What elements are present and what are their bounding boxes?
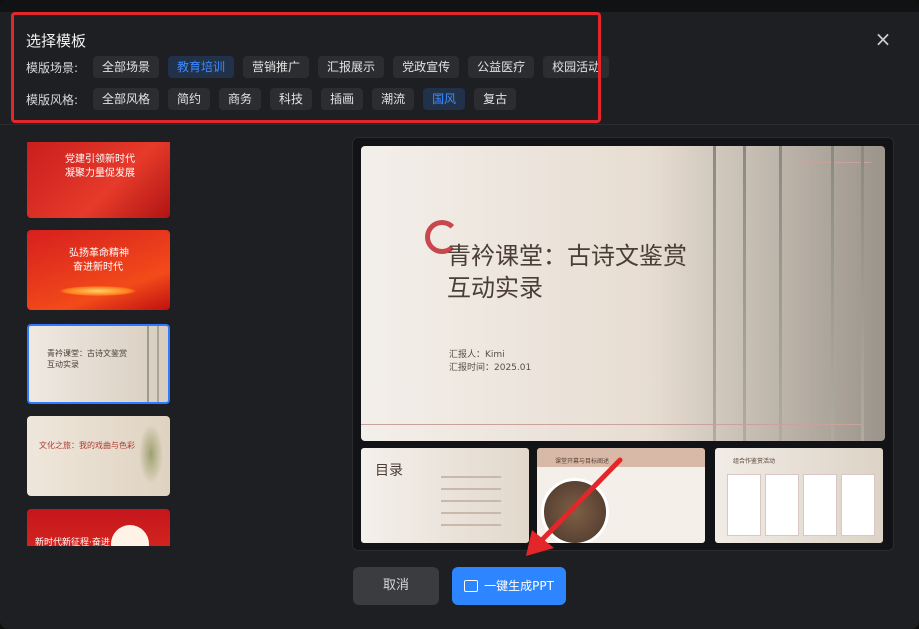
bamboo-stroke xyxy=(831,146,834,441)
template-list[interactable]: 党建引领新时代 凝聚力量促发展 弘扬革命精神 奋进新时代 青衿课堂：古诗文鉴赏 … xyxy=(27,142,173,546)
preview-reporter: 汇报人：Kimi xyxy=(449,350,505,360)
sun-decoration xyxy=(111,525,149,546)
annotation-arrow xyxy=(526,457,623,556)
bamboo-stroke xyxy=(713,146,716,441)
bamboo-stroke xyxy=(861,146,864,441)
sub3-title: 组合作鉴赏活动 xyxy=(733,458,776,465)
bamboo-stroke xyxy=(147,326,149,402)
sub3-card xyxy=(803,474,837,536)
preview-title-line1: 青衿课堂：古诗文鉴赏 xyxy=(447,242,687,270)
toc-line xyxy=(441,488,501,490)
preview-title-line2: 互动实录 xyxy=(447,274,543,302)
slide-bottom-line xyxy=(361,424,861,425)
toc-line xyxy=(441,500,501,502)
sub1-title: 目录 xyxy=(375,463,403,479)
sub3-card xyxy=(765,474,799,536)
close-icon[interactable]: × xyxy=(872,28,894,50)
template-2-line1: 弘扬革命精神 xyxy=(69,248,129,259)
bamboo-decoration xyxy=(139,424,163,484)
bamboo-stroke xyxy=(157,326,159,402)
template-thumb-5[interactable]: 新时代新征程·奋进 xyxy=(27,509,170,546)
template-thumb-3-selected[interactable]: 青衿课堂：古诗文鉴赏 互动实录 xyxy=(27,324,170,404)
template-1-line2: 凝聚力量促发展 xyxy=(65,168,135,179)
preview-report-time: 汇报时间：2025.01 xyxy=(449,363,532,373)
template-dialog: 选择模板 × 模版场景: 全部场景 教育培训 营销推广 汇报展示 党政宣传 公益… xyxy=(0,0,919,629)
toc-line xyxy=(441,476,501,478)
toc-line xyxy=(441,512,501,514)
header-divider xyxy=(0,124,919,125)
template-thumb-1[interactable]: 党建引领新时代 凝聚力量促发展 xyxy=(27,142,170,218)
preview-sub-slide-3[interactable]: 组合作鉴赏活动 xyxy=(715,448,883,543)
template-thumb-2[interactable]: 弘扬革命精神 奋进新时代 xyxy=(27,230,170,310)
cancel-button[interactable]: 取消 xyxy=(353,567,439,605)
template-5-line1: 新时代新征程·奋进 xyxy=(35,538,110,546)
generate-label: 一键生成PPT xyxy=(484,579,554,593)
stage-glow xyxy=(59,286,137,296)
highlight-box xyxy=(11,12,601,123)
template-2-line2: 奋进新时代 xyxy=(73,262,123,273)
preview-sub-slide-1[interactable]: 目录 xyxy=(361,448,529,543)
template-thumb-4[interactable]: 文化之旅：我的戏曲与色彩 xyxy=(27,416,170,496)
top-strip xyxy=(0,0,919,12)
sub3-card xyxy=(841,474,875,536)
template-1-line1: 党建引领新时代 xyxy=(65,154,135,165)
template-4-line1: 文化之旅：我的戏曲与色彩 xyxy=(39,441,135,450)
bamboo-stroke xyxy=(743,146,746,441)
presentation-icon xyxy=(464,580,479,592)
generate-ppt-button[interactable]: 一键生成PPT xyxy=(452,567,566,605)
template-3-line2: 互动实录 xyxy=(47,360,79,369)
toc-line xyxy=(441,524,501,526)
sub3-card xyxy=(727,474,761,536)
preview-main-slide: 青衿课堂：古诗文鉴赏 互动实录 汇报人：Kimi 汇报时间：2025.01 xyxy=(361,146,885,441)
bamboo-stroke xyxy=(779,146,782,441)
